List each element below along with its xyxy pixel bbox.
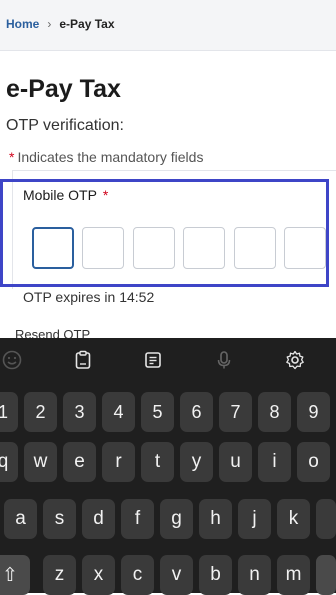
key-l-partial[interactable] <box>316 499 336 539</box>
page-subtitle: OTP verification: <box>6 117 124 134</box>
page-title: e-Pay Tax <box>6 75 121 103</box>
key-5[interactable]: 5 <box>141 392 174 432</box>
otp-digit-input-2[interactable] <box>82 227 124 269</box>
key-4[interactable]: 4 <box>102 392 135 432</box>
key-y[interactable]: y <box>180 442 213 482</box>
breadcrumb-separator-icon: › <box>47 17 52 31</box>
otp-digit-input-3[interactable] <box>133 227 175 269</box>
breadcrumb-current: e-Pay Tax <box>59 17 115 31</box>
key-h[interactable]: h <box>199 499 232 539</box>
key-9[interactable]: 9 <box>297 392 330 432</box>
otp-required-star: * <box>102 187 109 203</box>
key-g[interactable]: g <box>160 499 193 539</box>
emoji-icon[interactable] <box>1 349 23 371</box>
key-8[interactable]: 8 <box>258 392 291 432</box>
key-j[interactable]: j <box>238 499 271 539</box>
breadcrumb: Home › e-Pay Tax <box>6 17 115 31</box>
key-w[interactable]: w <box>24 442 57 482</box>
key-d[interactable]: d <box>82 499 115 539</box>
otp-expiry-text: OTP expires in 14:52 <box>23 289 155 305</box>
required-star: * <box>9 149 15 165</box>
shift-key[interactable]: ⇧ <box>0 555 30 595</box>
key-f[interactable]: f <box>121 499 154 539</box>
key-1[interactable]: 1 <box>0 392 18 432</box>
key-x[interactable]: x <box>82 555 115 595</box>
key-r[interactable]: r <box>102 442 135 482</box>
key-u[interactable]: u <box>219 442 252 482</box>
keyboard-toolbar <box>0 338 336 382</box>
key-q[interactable]: q <box>0 442 18 482</box>
key-b[interactable]: b <box>199 555 232 595</box>
key-s[interactable]: s <box>43 499 76 539</box>
key-a[interactable]: a <box>4 499 37 539</box>
top-bar: Home › e-Pay Tax <box>0 0 336 51</box>
key-t[interactable]: t <box>141 442 174 482</box>
otp-digit-input-4[interactable] <box>183 227 225 269</box>
sticker-icon[interactable] <box>142 349 164 371</box>
otp-label: Mobile OTP * <box>23 187 108 203</box>
microphone-icon[interactable] <box>213 349 235 371</box>
key-e[interactable]: e <box>63 442 96 482</box>
key-2[interactable]: 2 <box>24 392 57 432</box>
backspace-key-partial[interactable] <box>316 555 336 595</box>
key-o[interactable]: o <box>297 442 330 482</box>
otp-digit-input-1[interactable] <box>32 227 74 269</box>
key-c[interactable]: c <box>121 555 154 595</box>
mandatory-note: * Indicates the mandatory fields <box>9 149 203 165</box>
key-i[interactable]: i <box>258 442 291 482</box>
key-k[interactable]: k <box>277 499 310 539</box>
settings-icon[interactable] <box>284 349 306 371</box>
key-v[interactable]: v <box>160 555 193 595</box>
otp-label-text: Mobile OTP <box>23 187 97 203</box>
on-screen-keyboard: 1 2 3 4 5 6 7 8 9 q w e r t y u i o a s … <box>0 338 336 595</box>
key-n[interactable]: n <box>238 555 271 595</box>
breadcrumb-home-link[interactable]: Home <box>6 17 39 31</box>
otp-digit-input-6[interactable] <box>284 227 326 269</box>
key-m[interactable]: m <box>277 555 310 595</box>
key-3[interactable]: 3 <box>63 392 96 432</box>
key-7[interactable]: 7 <box>219 392 252 432</box>
key-6[interactable]: 6 <box>180 392 213 432</box>
otp-digit-input-5[interactable] <box>234 227 276 269</box>
key-z[interactable]: z <box>43 555 76 595</box>
mandatory-note-text: Indicates the mandatory fields <box>17 149 204 165</box>
clipboard-icon[interactable] <box>72 349 94 371</box>
